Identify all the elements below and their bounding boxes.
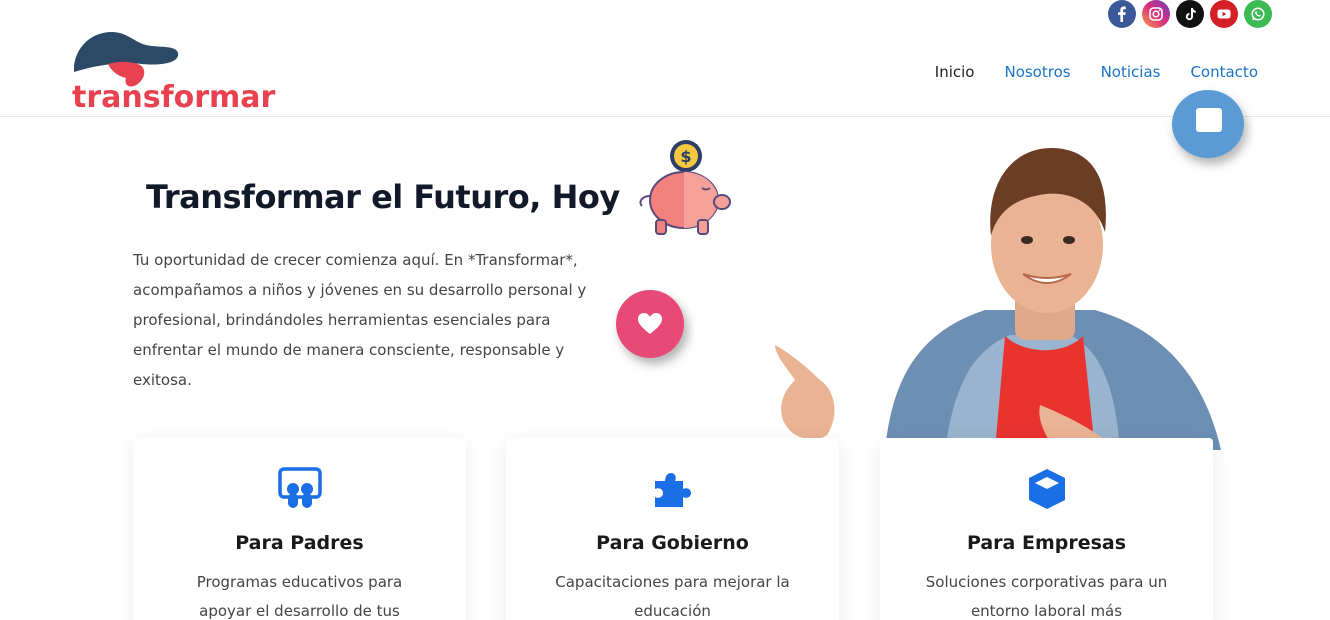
puzzle-piece-icon (654, 473, 691, 507)
nav-item-inicio[interactable]: Inicio (935, 63, 975, 81)
youtube-icon[interactable] (1210, 0, 1238, 28)
social-links (1108, 0, 1272, 28)
main-nav: Inicio Nosotros Noticias Contacto (935, 63, 1258, 81)
logo[interactable]: transformar (72, 28, 287, 120)
nav-item-contacto[interactable]: Contacto (1190, 63, 1258, 81)
hero-person-image (775, 148, 1221, 450)
card-title: Para Padres (235, 532, 364, 554)
svg-text:$: $ (680, 147, 691, 166)
nav-item-noticias[interactable]: Noticias (1101, 63, 1161, 81)
logo-text: transformar (72, 80, 276, 115)
card-text: Capacitaciones para mejorar la educación (555, 573, 790, 620)
site-header: transformar Inicio Nosotros Noticias Con… (0, 0, 1330, 117)
cube-icon (1028, 469, 1065, 509)
hero-text: Tu oportunidad de crecer comienza aquí. … (133, 251, 587, 389)
card-text: Soluciones corporativas para un entorno … (925, 573, 1168, 620)
tiktok-icon[interactable] (1176, 0, 1204, 28)
instagram-icon[interactable] (1142, 0, 1170, 28)
heart-button[interactable] (616, 290, 684, 358)
piggy-bank-icon: $ (639, 140, 731, 235)
card-title: Para Empresas (966, 532, 1127, 554)
slideshare-icon (277, 467, 322, 508)
whatsapp-icon[interactable] (1244, 0, 1272, 28)
card-empresas[interactable]: Para Empresas Soluciones corporativas pa… (880, 438, 1213, 620)
card-title: Para Gobierno (596, 532, 749, 554)
card-padres[interactable]: Para Padres Programas educativos para ap… (133, 438, 466, 620)
facebook-icon[interactable] (1108, 0, 1136, 28)
card-text: Programas educativos para apoyar el desa… (196, 573, 403, 620)
card-gobierno[interactable]: Para Gobierno Capacitaciones para mejora… (506, 438, 839, 620)
heart-icon (638, 313, 662, 334)
nav-item-nosotros[interactable]: Nosotros (1004, 63, 1070, 81)
hero-title: Transformar el Futuro, Hoy (146, 178, 620, 216)
